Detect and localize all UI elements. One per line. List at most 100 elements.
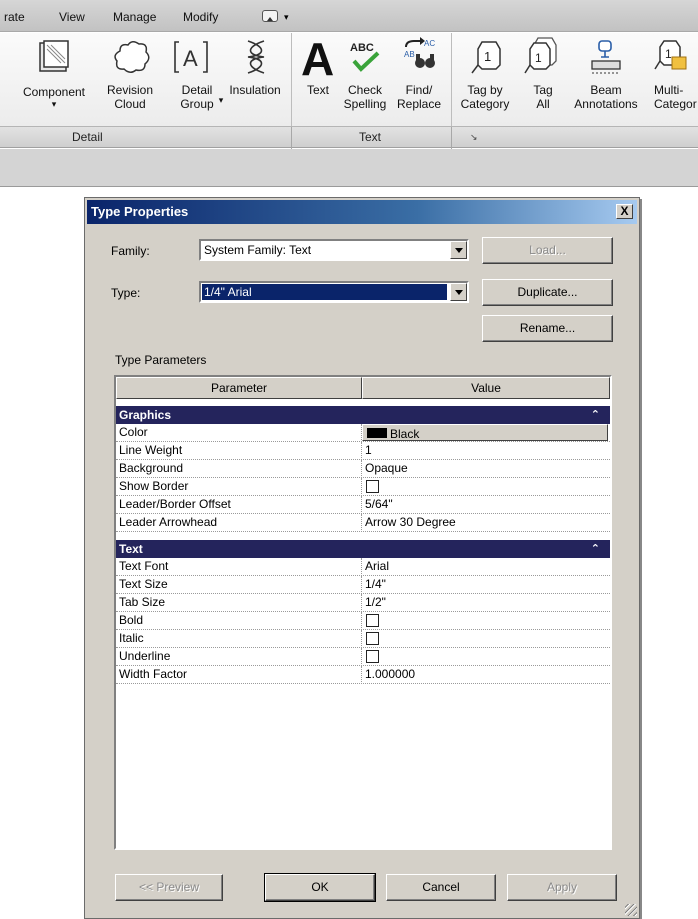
ribbon-panel-bar: Detail Text ↘ [0,126,698,149]
svg-text:AC: AC [424,39,435,48]
param-row-leader-arrowhead[interactable]: Leader Arrowhead Arrow 30 Degree [116,514,610,532]
value-column-header[interactable]: Value [362,377,610,399]
family-label: Family: [111,244,150,258]
param-name: Width Factor [119,667,188,681]
param-value[interactable]: 1/4" [365,576,386,593]
revision-cloud-button[interactable]: Revision Cloud [100,33,160,123]
load-button[interactable]: Load... [482,237,613,264]
param-row-text-size[interactable]: Text Size 1/4" [116,576,610,594]
param-name: Background [119,461,184,475]
menu-tab-manage[interactable]: Manage [113,10,156,24]
type-properties-dialog: Type Properties X Family: System Family:… [84,197,640,919]
beam-annotations-label: Beam Annotations [574,83,638,111]
collapse-icon[interactable]: ⌃ [591,540,600,558]
parameter-column-header[interactable]: Parameter [116,377,362,399]
resize-grip-icon[interactable] [625,904,637,916]
group-title: Graphics [119,408,172,422]
param-row-background[interactable]: Background Opaque [116,460,610,478]
component-button[interactable]: Component ▾ [14,33,94,123]
rename-button[interactable]: Rename... [482,315,613,342]
group-title: Text [119,542,143,556]
quick-access-icon[interactable] [262,10,278,22]
type-select[interactable]: 1/4" Arial [199,281,469,303]
param-value[interactable]: Opaque [365,460,408,477]
menu-tab-view[interactable]: View [59,10,85,24]
panel-text-label: Text [359,130,382,144]
menu-bar: rate View Manage Modify ▾ [0,0,698,32]
duplicate-button[interactable]: Duplicate... [482,279,613,306]
multi-category-button[interactable]: 1 Multi- Categor [648,33,698,123]
insulation-button[interactable]: Insulation [224,33,286,123]
group-header-graphics[interactable]: Graphics ⌃ [116,406,610,424]
apply-button[interactable]: Apply [507,874,617,901]
italic-checkbox[interactable] [366,632,379,645]
options-bar [0,149,698,187]
param-value[interactable]: 1 [365,442,372,459]
param-value[interactable]: 1.000000 [365,666,415,683]
param-row-text-font[interactable]: Text Font Arial [116,558,610,576]
text-a-icon: A [301,35,334,79]
underline-checkbox[interactable] [366,650,379,663]
collapse-icon[interactable]: ⌃ [591,406,600,424]
param-name: Show Border [119,479,189,493]
param-name: Color [119,425,148,439]
type-dropdown-icon[interactable] [450,283,467,301]
tag-by-category-button[interactable]: 1 Tag by Category [452,33,518,123]
param-row-show-border[interactable]: Show Border [116,478,610,496]
family-dropdown-icon[interactable] [450,241,467,259]
find-replace-button[interactable]: AC AB Find/ Replace [392,33,446,123]
beam-annotations-button[interactable]: Beam Annotations [564,33,648,123]
multi-category-label: Multi- Categor [654,83,697,111]
detail-group-icon: A [174,41,208,73]
dialog-titlebar[interactable]: Type Properties X [87,200,637,224]
cancel-button[interactable]: Cancel [386,874,496,901]
param-value: Black [390,427,420,441]
family-select[interactable]: System Family: Text [199,239,469,261]
multi-category-tag-icon: 1 [654,40,687,70]
detail-group-button[interactable]: A Detail Group ▾ [167,33,227,123]
revision-cloud-icon [114,41,150,73]
param-row-line-weight[interactable]: Line Weight 1 [116,442,610,460]
bold-checkbox[interactable] [366,614,379,627]
family-value: System Family: Text [204,243,312,257]
param-row-tab-size[interactable]: Tab Size 1/2" [116,594,610,612]
text-label: Text [306,83,329,97]
spellcheck-icon: ABC [350,42,380,72]
text-button[interactable]: A Text [296,33,340,123]
tag-all-button[interactable]: 1 Tag All [518,33,568,123]
param-value[interactable]: Arial [365,558,389,575]
color-picker-button[interactable]: Black [362,424,608,441]
close-button[interactable]: X [616,204,633,219]
preview-button[interactable]: << Preview [115,874,223,901]
svg-text:1: 1 [535,51,542,65]
param-row-leader-border-offset[interactable]: Leader/Border Offset 5/64" [116,496,610,514]
svg-text:A: A [183,46,198,71]
revision-cloud-label: Revision Cloud [106,83,154,111]
quick-access-dropdown[interactable]: ▾ [284,12,289,23]
group-header-text[interactable]: Text ⌃ [116,540,610,558]
menu-tab-modify[interactable]: Modify [183,10,218,24]
menu-tab-collaborate[interactable]: rate [4,10,25,24]
type-value: 1/4" Arial [202,284,447,300]
insulation-label: Insulation [229,83,281,97]
show-border-checkbox[interactable] [366,480,379,493]
tag-all-icon: 1 [524,37,557,74]
param-row-width-factor[interactable]: Width Factor 1.000000 [116,666,610,684]
param-row-underline[interactable]: Underline [116,648,610,666]
param-name: Text Size [119,577,168,591]
param-value[interactable]: 5/64" [365,496,393,513]
param-value[interactable]: Arrow 30 Degree [365,514,456,531]
param-name: Leader/Border Offset [119,497,231,511]
param-name: Line Weight [119,443,183,457]
panel-detail-label: Detail [72,130,103,144]
panel-launcher-icon[interactable]: ↘ [470,132,478,143]
ok-button[interactable]: OK [264,873,376,902]
grid-header: Parameter Value [116,377,610,399]
check-spelling-button[interactable]: ABC Check Spelling [340,33,390,123]
close-icon: X [620,204,629,218]
insulation-icon [247,40,265,74]
param-row-italic[interactable]: Italic [116,630,610,648]
param-value[interactable]: 1/2" [365,594,386,611]
param-row-bold[interactable]: Bold [116,612,610,630]
param-row-color[interactable]: Color Black [116,424,610,442]
